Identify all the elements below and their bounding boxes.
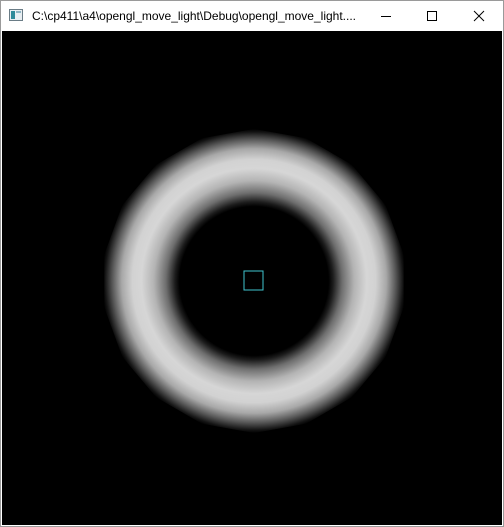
window-title: C:\cp411\a4\opengl_move_light\Debug\open… — [32, 9, 356, 23]
maximize-icon — [427, 11, 437, 21]
scene-canvas — [2, 31, 502, 525]
close-icon — [473, 10, 485, 22]
opengl-viewport[interactable] — [2, 31, 502, 525]
maximize-button[interactable] — [409, 1, 455, 31]
title-bar[interactable]: C:\cp411\a4\opengl_move_light\Debug\open… — [1, 1, 503, 31]
torus-mesh — [104, 129, 404, 433]
minimize-icon — [381, 16, 391, 17]
close-button[interactable] — [455, 1, 503, 31]
application-icon[interactable] — [9, 9, 23, 21]
minimize-button[interactable] — [363, 1, 409, 31]
app-window: C:\cp411\a4\opengl_move_light\Debug\open… — [0, 0, 504, 527]
